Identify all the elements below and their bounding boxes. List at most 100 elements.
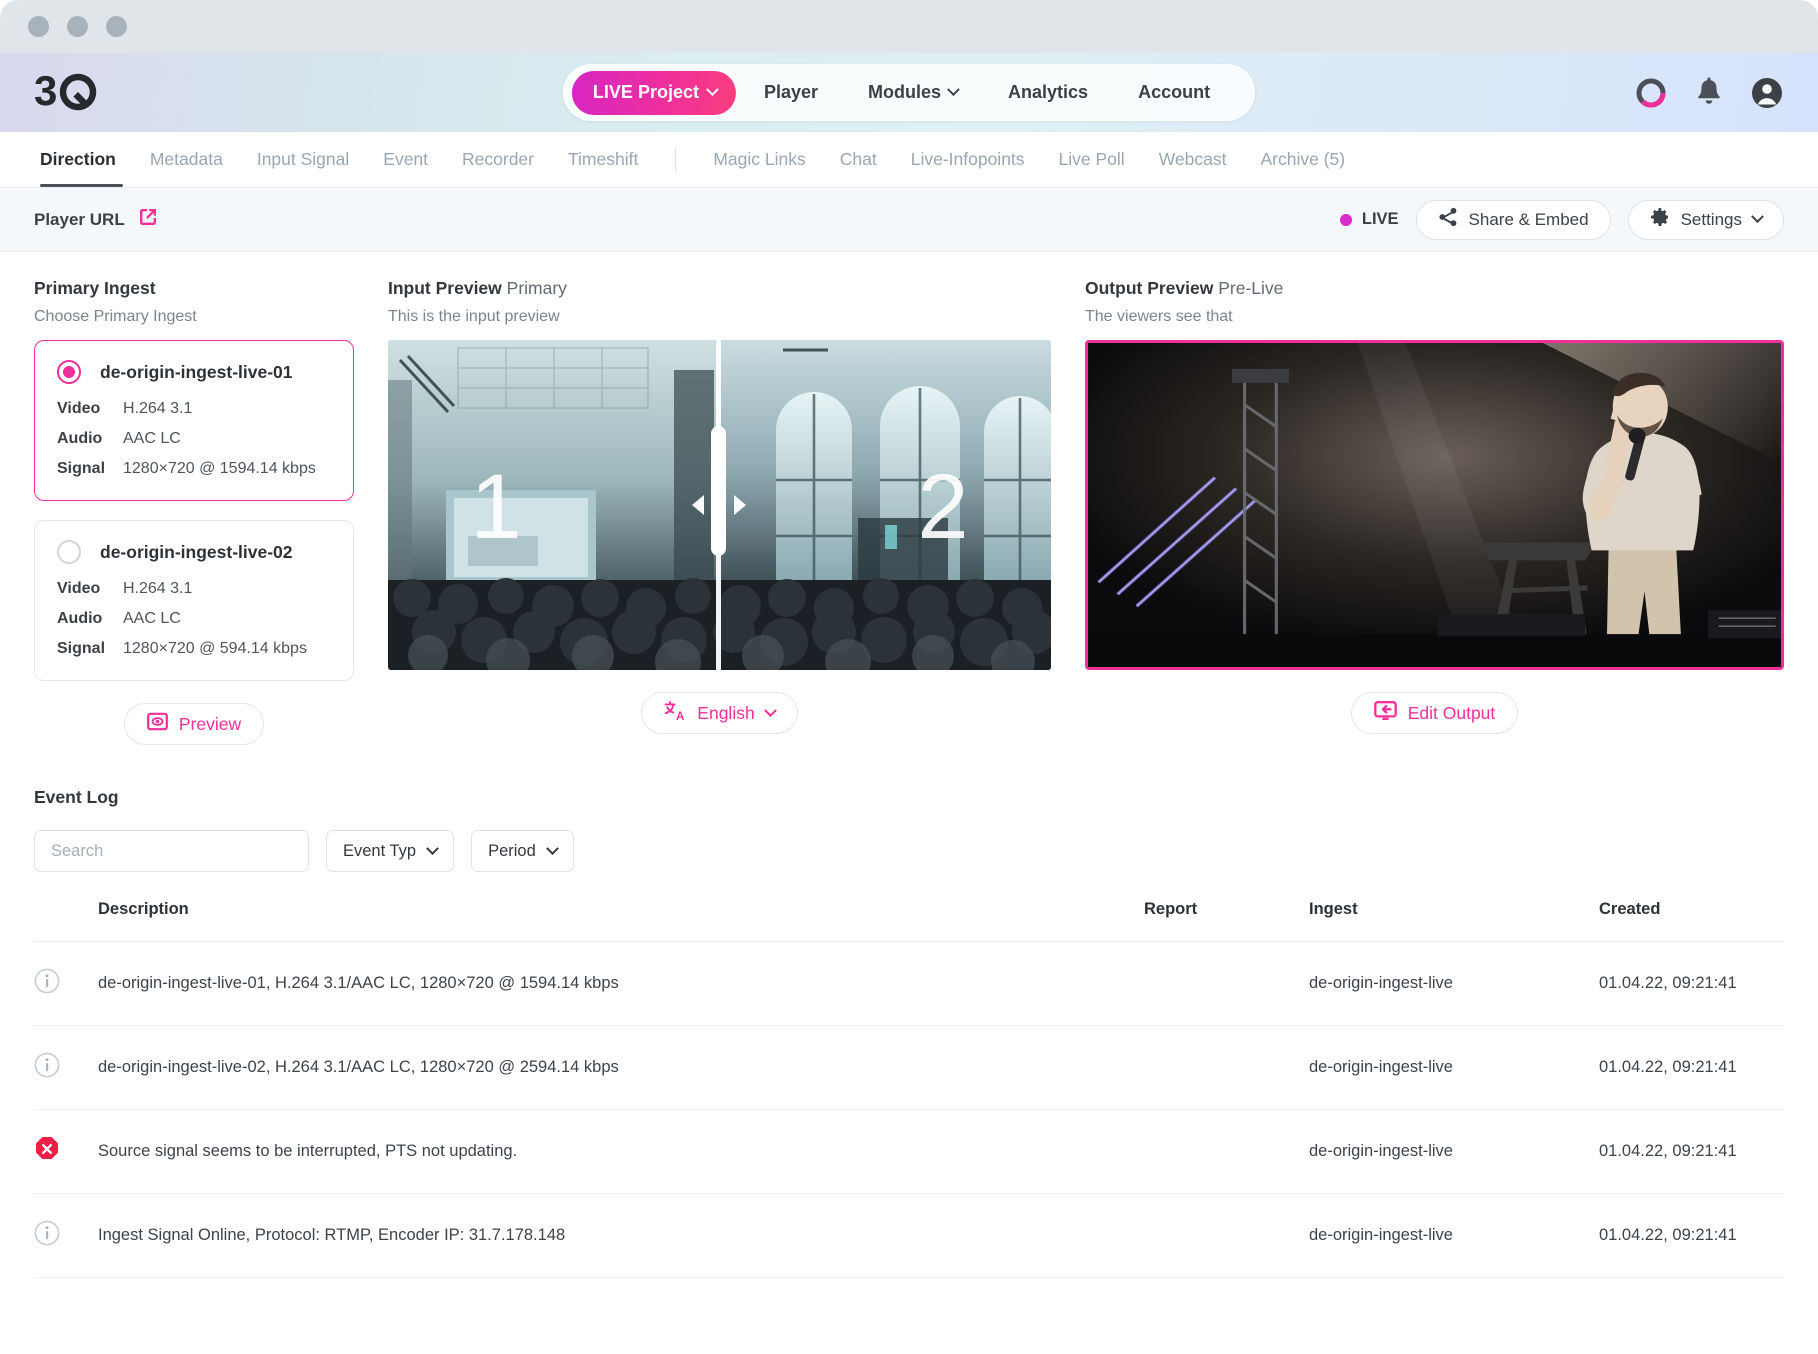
nav-label: Analytics [1008, 82, 1089, 102]
output-preview-panel: Output Preview Pre-Live The viewers see … [1085, 278, 1784, 734]
th-report: Report [1144, 900, 1198, 918]
share-embed-button[interactable]: Share & Embed [1415, 199, 1611, 240]
row-created: 01.04.22, 09:21:41 [1599, 1109, 1784, 1194]
row-report [1144, 1193, 1309, 1278]
row-description: de-origin-ingest-live-02, H.264 3.1/AAC … [98, 1025, 1144, 1110]
tab-divider [675, 146, 677, 173]
tab-direction[interactable]: Direction [34, 132, 133, 187]
tab-magic-links[interactable]: Magic Links [696, 132, 822, 187]
info-icon [34, 968, 60, 999]
info-icon [34, 1220, 60, 1251]
row-report [1144, 941, 1309, 1026]
ingest-audio-row: Audio AAC LC [57, 610, 331, 628]
input-preview-video[interactable]: 1 2 [388, 340, 1051, 670]
tab-input-signal[interactable]: Input Signal [240, 132, 366, 187]
nav-item-modules[interactable]: Modules [846, 72, 980, 113]
player-url-link[interactable]: Player URL [34, 206, 159, 233]
table-row[interactable]: de-origin-ingest-live-02, H.264 3.1/AAC … [34, 1025, 1784, 1110]
chevron-down-icon [706, 82, 719, 96]
nav-item-account[interactable]: Account [1116, 72, 1232, 113]
tab-label: Input Signal [256, 149, 350, 169]
status-badge: LIVE [1339, 210, 1399, 229]
language-label: English [697, 702, 755, 723]
output-preview-video[interactable] [1085, 340, 1784, 670]
search-input[interactable] [34, 830, 309, 872]
tab-webcast[interactable]: Webcast [1142, 132, 1244, 187]
language-select-button[interactable]: A English [641, 692, 798, 734]
tab-label: Direction [40, 149, 116, 169]
input-preview-panel: Input Preview Primary This is the input … [388, 278, 1051, 734]
row-status-icon-cell [34, 1025, 98, 1110]
input-preview-title: Input Preview Primary [388, 278, 1051, 299]
tab-archive[interactable]: Archive (5) [1243, 132, 1362, 187]
input-preview-badge: Primary [506, 278, 567, 298]
event-log-table: Description Report Ingest Created de-ori… [34, 900, 1784, 1278]
live-project-label: LIVE Project [592, 81, 699, 102]
brand-logo-icon[interactable]: 3 [34, 71, 98, 115]
edit-output-button[interactable]: Edit Output [1350, 692, 1519, 734]
tab-label: Chat [839, 149, 877, 169]
tab-timeshift[interactable]: Timeshift [551, 132, 655, 187]
nav-item-analytics[interactable]: Analytics [986, 72, 1110, 113]
tab-live-infopoints[interactable]: Live-Infopoints [894, 132, 1042, 187]
tab-recorder[interactable]: Recorder [445, 132, 551, 187]
period-select[interactable]: Period [471, 830, 574, 872]
ingest-option-02[interactable]: de-origin-ingest-live-02 Video H.264 3.1… [34, 520, 354, 681]
ingest-audio-row: Audio AAC LC [57, 430, 331, 448]
table-row[interactable]: Ingest Signal Online, Protocol: RTMP, En… [34, 1193, 1784, 1278]
row-status-icon-cell [34, 1193, 98, 1278]
ingest-signal-value: 1280×720 @ 594.14 kbps [123, 640, 307, 657]
ingest-audio-key: Audio [57, 610, 103, 627]
error-icon [34, 1136, 60, 1167]
row-created: 01.04.22, 09:21:41 [1599, 1025, 1784, 1110]
tab-event[interactable]: Event [366, 132, 445, 187]
row-ingest: de-origin-ingest-live [1309, 941, 1599, 1026]
ingest-video-key: Video [57, 580, 101, 597]
ingest-audio-value: AAC LC [123, 610, 181, 627]
ingest-radio-01[interactable] [57, 360, 81, 384]
nav-item-player[interactable]: Player [742, 72, 840, 113]
window-minimize-dot[interactable] [67, 16, 88, 37]
ingest-option-01[interactable]: de-origin-ingest-live-01 Video H.264 3.1… [34, 340, 354, 501]
preview-button[interactable]: Preview [123, 703, 265, 745]
ingest-name: de-origin-ingest-live-02 [100, 541, 293, 562]
row-created: 01.04.22, 09:21:41 [1599, 941, 1784, 1026]
ingest-signal-row: Signal 1280×720 @ 594.14 kbps [57, 640, 331, 658]
table-header-row: Description Report Ingest Created [34, 900, 1784, 942]
account-avatar-icon[interactable] [1750, 76, 1784, 110]
primary-ingest-subtitle: Choose Primary Ingest [34, 308, 197, 325]
row-description: de-origin-ingest-live-01, H.264 3.1/AAC … [98, 941, 1144, 1026]
tab-chat[interactable]: Chat [823, 132, 894, 187]
share-embed-label: Share & Embed [1468, 209, 1589, 229]
table-row[interactable]: Source signal seems to be interrupted, P… [34, 1109, 1784, 1194]
th-icon [34, 900, 98, 942]
header-actions [1634, 76, 1784, 110]
row-description: Source signal seems to be interrupted, P… [98, 1109, 1144, 1194]
share-icon [1438, 207, 1458, 232]
translate-icon: A [664, 700, 686, 727]
preview-label: Preview [178, 713, 242, 734]
toolbar-actions: LIVE Share & Embed Settings [1339, 199, 1784, 240]
tab-label: Recorder [462, 149, 534, 169]
svg-text:1: 1 [470, 456, 521, 558]
tab-label: Live-Infopoints [910, 149, 1025, 169]
settings-button[interactable]: Settings [1627, 199, 1784, 240]
ingest-audio-key: Audio [57, 430, 103, 447]
event-type-select[interactable]: Event Typ [326, 830, 455, 872]
table-row[interactable]: de-origin-ingest-live-01, H.264 3.1/AAC … [34, 941, 1784, 1026]
window-maximize-dot[interactable] [106, 16, 127, 37]
event-type-label: Event Typ [343, 841, 417, 860]
event-log-title: Event Log [34, 787, 119, 807]
chevron-down-icon [947, 83, 960, 97]
window-close-dot[interactable] [28, 16, 49, 37]
page-toolbar: Player URL LIVE Share & Embed Settings [0, 188, 1818, 252]
live-project-button[interactable]: LIVE Project [571, 70, 736, 115]
app-window: 3 LIVE Project Player Modules Analytics … [0, 0, 1818, 1354]
ingest-radio-02[interactable] [57, 540, 81, 564]
ingest-audio-value: AAC LC [123, 430, 181, 447]
info-icon [34, 1052, 60, 1083]
bell-icon[interactable] [1694, 77, 1724, 109]
tab-live-poll[interactable]: Live Poll [1042, 132, 1142, 187]
ring-progress-icon[interactable] [1634, 76, 1668, 110]
tab-metadata[interactable]: Metadata [133, 132, 240, 187]
